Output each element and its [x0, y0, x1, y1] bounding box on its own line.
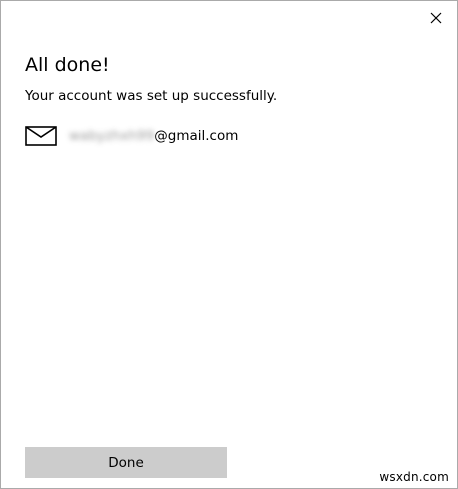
dialog-title: All done! — [25, 54, 110, 76]
email-username-redacted: wabyzhxh99 — [69, 128, 155, 144]
account-email: wabyzhxh99 @gmail.com — [69, 127, 238, 145]
done-button[interactable]: Done — [25, 447, 227, 478]
close-button[interactable] — [427, 9, 445, 27]
success-message: Your account was set up successfully. — [25, 88, 278, 104]
email-domain: @gmail.com — [154, 128, 239, 144]
watermark-text: wsxdn.com — [379, 470, 449, 484]
mail-icon — [25, 126, 57, 146]
account-setup-dialog: All done! Your account was set up succes… — [0, 0, 458, 489]
close-icon — [430, 12, 442, 24]
account-row: wabyzhxh99 @gmail.com — [25, 125, 238, 147]
